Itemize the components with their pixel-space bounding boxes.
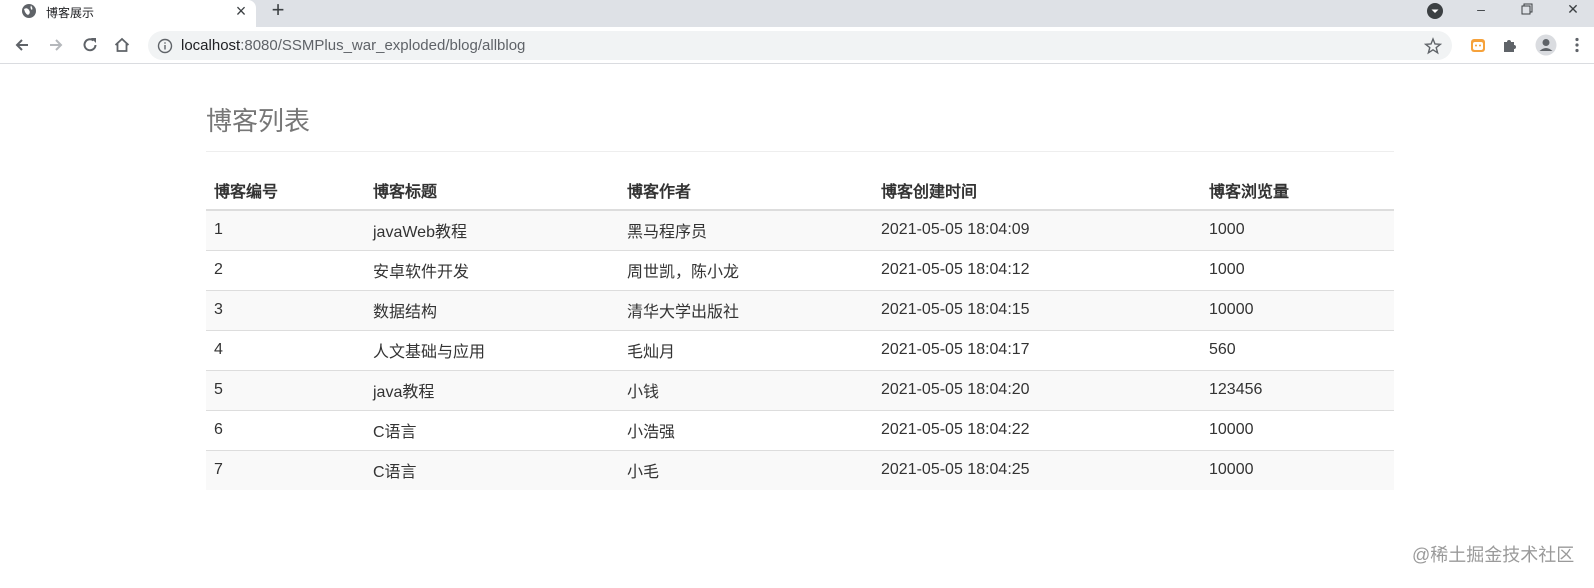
cell-title: 人文基础与应用 [365, 329, 619, 370]
cell-author: 毛灿月 [619, 329, 873, 370]
restore-button[interactable] [1504, 0, 1550, 22]
table-row: 6 C语言 小浩强 2021-05-05 18:04:22 10000 [206, 409, 1394, 450]
cell-author: 黑马程序员 [619, 209, 873, 250]
close-icon[interactable]: × [232, 1, 250, 21]
tab-search-icon[interactable] [1426, 2, 1444, 20]
table-row: 3 数据结构 清华大学出版社 2021-05-05 18:04:15 10000 [206, 289, 1394, 330]
table-row: 1 javaWeb教程 黑马程序员 2021-05-05 18:04:09 10… [206, 209, 1394, 250]
tab-title: 博客展示 [46, 6, 95, 20]
cell-author: 清华大学出版社 [619, 289, 873, 330]
cell-id: 1 [206, 209, 365, 250]
cell-id: 4 [206, 329, 365, 370]
table-header-row: 博客编号 博客标题 博客作者 博客创建时间 博客浏览量 [206, 170, 1394, 211]
more-menu-icon[interactable] [1568, 36, 1586, 54]
address-bar[interactable]: localhost:8080/SSMPlus_war_exploded/blog… [148, 31, 1452, 60]
header-blog-title: 博客标题 [365, 170, 619, 211]
info-icon[interactable] [157, 38, 173, 54]
browser-tab[interactable]: 博客展示 × [0, 0, 256, 27]
cell-created-time: 2021-05-05 18:04:15 [873, 289, 1201, 330]
cell-author: 小毛 [619, 449, 873, 490]
cell-author: 周世凯，陈小龙 [619, 249, 873, 290]
cell-id: 3 [206, 289, 365, 330]
watermark-text: @稀土掘金技术社区 [1412, 545, 1575, 565]
profile-avatar-icon[interactable] [1535, 34, 1557, 56]
page-content: 博客列表 博客编号 博客标题 博客作者 博客创建时间 博客浏览量 1 javaW… [0, 65, 1594, 588]
header-blog-views: 博客浏览量 [1201, 170, 1394, 211]
cell-views: 1000 [1201, 249, 1394, 290]
cell-created-time: 2021-05-05 18:04:22 [873, 409, 1201, 450]
table-row: 2 安卓软件开发 周世凯，陈小龙 2021-05-05 18:04:12 100… [206, 249, 1394, 290]
minimize-button[interactable]: – [1458, 0, 1504, 22]
reload-icon[interactable] [80, 35, 100, 55]
url-text[interactable]: localhost:8080/SSMPlus_war_exploded/blog… [181, 37, 525, 54]
cell-author: 小浩强 [619, 409, 873, 450]
back-arrow-icon[interactable] [12, 35, 32, 55]
cell-id: 5 [206, 369, 365, 410]
cell-title: 数据结构 [365, 289, 619, 330]
table-row: 4 人文基础与应用 毛灿月 2021-05-05 18:04:17 560 [206, 329, 1394, 370]
page-title: 博客列表 [206, 106, 311, 136]
cell-title: javaWeb教程 [365, 209, 619, 250]
cell-title: java教程 [365, 369, 619, 410]
url-path: :8080/SSMPlus_war_exploded/blog/allblog [240, 37, 526, 54]
cell-created-time: 2021-05-05 18:04:20 [873, 369, 1201, 410]
bookmark-star-icon[interactable] [1424, 37, 1442, 55]
browser-toolbar: localhost:8080/SSMPlus_war_exploded/blog… [0, 27, 1594, 64]
title-divider [206, 151, 1394, 152]
cell-created-time: 2021-05-05 18:04:09 [873, 209, 1201, 250]
home-icon[interactable] [112, 35, 132, 55]
cell-created-time: 2021-05-05 18:04:17 [873, 329, 1201, 370]
window-close-button[interactable]: ✕ [1550, 0, 1594, 22]
cell-created-time: 2021-05-05 18:04:25 [873, 449, 1201, 490]
cell-author: 小钱 [619, 369, 873, 410]
forward-arrow-icon[interactable] [46, 35, 66, 55]
restore-icon [1521, 3, 1533, 15]
new-tab-button[interactable]: + [268, 0, 288, 22]
cell-views: 123456 [1201, 369, 1394, 410]
header-blog-id: 博客编号 [206, 170, 365, 211]
cell-views: 560 [1201, 329, 1394, 370]
table-row: 5 java教程 小钱 2021-05-05 18:04:20 123456 [206, 369, 1394, 410]
cell-views: 10000 [1201, 289, 1394, 330]
cell-created-time: 2021-05-05 18:04:12 [873, 249, 1201, 290]
cell-title: C语言 [365, 409, 619, 450]
cell-views: 1000 [1201, 209, 1394, 250]
header-blog-author: 博客作者 [619, 170, 873, 211]
extensions-puzzle-icon[interactable] [1501, 36, 1519, 54]
cell-title: C语言 [365, 449, 619, 490]
cell-id: 2 [206, 249, 365, 290]
url-host: localhost [181, 37, 241, 54]
cell-views: 10000 [1201, 449, 1394, 490]
cell-title: 安卓软件开发 [365, 249, 619, 290]
cell-id: 6 [206, 409, 365, 450]
cell-id: 7 [206, 449, 365, 490]
extension-cat-icon[interactable] [1469, 36, 1487, 54]
cell-views: 10000 [1201, 409, 1394, 450]
header-blog-created-time: 博客创建时间 [873, 170, 1201, 211]
globe-icon [22, 4, 36, 18]
blog-table: 博客编号 博客标题 博客作者 博客创建时间 博客浏览量 1 javaWeb教程 … [206, 170, 1394, 490]
tab-strip: 博客展示 × + – ✕ [0, 0, 1594, 27]
table-row: 7 C语言 小毛 2021-05-05 18:04:25 10000 [206, 449, 1394, 490]
